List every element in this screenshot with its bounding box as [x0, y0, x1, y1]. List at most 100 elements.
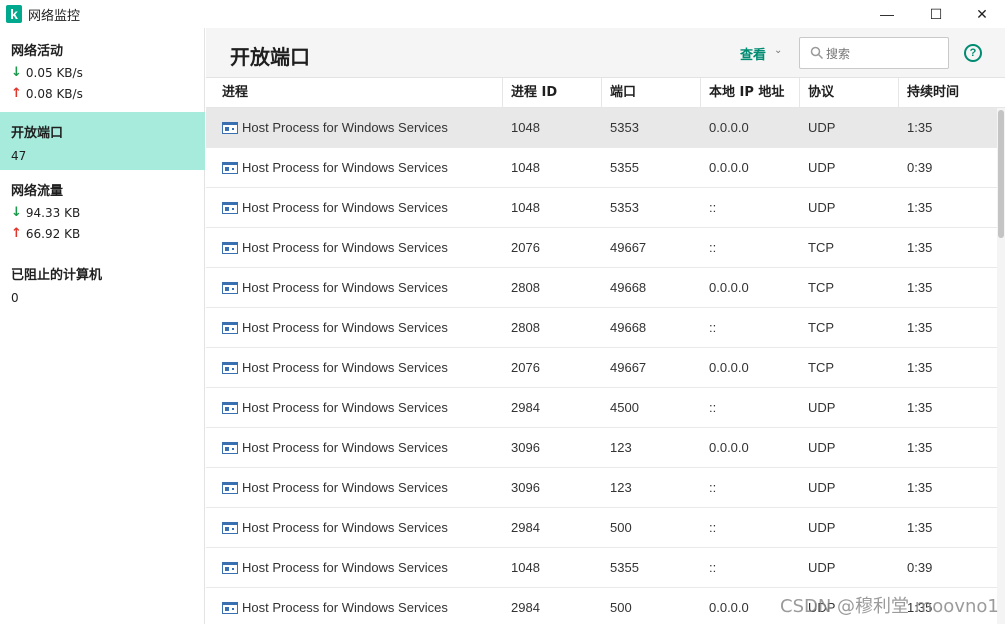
arrow-up-icon: ↑: [11, 226, 22, 241]
help-icon[interactable]: ?: [964, 44, 982, 62]
maximize-button[interactable]: ☐: [913, 0, 959, 28]
process-window-icon: [222, 162, 238, 174]
cell-duration: 1:35: [907, 440, 933, 455]
search-box[interactable]: [799, 37, 949, 69]
table-row[interactable]: Host Process for Windows Services 2076 496…: [206, 228, 997, 268]
cell-local-ip: ::: [709, 560, 717, 575]
cell-protocol: UDP: [808, 120, 836, 135]
search-input[interactable]: [826, 44, 944, 64]
cell-port: 49667: [610, 240, 647, 255]
download-rate-value: 0.05 KB/s: [25, 65, 83, 80]
blocked-computers-count: 0: [11, 291, 19, 305]
cell-duration: 0:39: [907, 560, 933, 575]
cell-port: 123: [610, 440, 632, 455]
cell-local-ip: ::: [709, 520, 717, 535]
cell-process: Host Process for Windows Services: [242, 280, 448, 295]
column-header-pid[interactable]: 进程 ID: [502, 78, 601, 108]
cell-port: 49668: [610, 320, 647, 335]
watermark: CSDN @穆利堂 moovno1: [780, 596, 999, 617]
cell-local-ip: 0.0.0.0: [709, 600, 749, 615]
cell-local-ip: 0.0.0.0: [709, 120, 749, 135]
cell-port: 123: [610, 480, 632, 495]
table-header: 进程 进程 ID 端口 本地 IP 地址 协议 持续时间: [206, 78, 1005, 108]
sidebar-item-network-traffic[interactable]: 网络流量 ↓ 94.33 KB ↑ 66.92 KB: [0, 176, 205, 252]
cell-process: Host Process for Windows Services: [242, 400, 448, 415]
cell-process: Host Process for Windows Services: [242, 480, 448, 495]
cell-pid: 1048: [511, 200, 540, 215]
table-row[interactable]: Host Process for Windows Services 2808 496…: [206, 268, 997, 308]
column-header-protocol[interactable]: 协议: [799, 78, 898, 108]
sidebar-item-open-ports[interactable]: 开放端口 47: [0, 112, 205, 170]
cell-port: 4500: [610, 400, 639, 415]
cell-process: Host Process for Windows Services: [242, 200, 448, 215]
process-window-icon: [222, 402, 238, 414]
sidebar-item-network-activity[interactable]: 网络活动 ↓ 0.05 KB/s ↑ 0.08 KB/s: [0, 36, 205, 112]
table-row[interactable]: Host Process for Windows Services 1048 535…: [206, 108, 997, 148]
cell-protocol: TCP: [808, 280, 834, 295]
cell-port: 500: [610, 520, 632, 535]
process-window-icon: [222, 602, 238, 614]
process-window-icon: [222, 562, 238, 574]
cell-protocol: UDP: [808, 440, 836, 455]
cell-pid: 1048: [511, 120, 540, 135]
column-header-duration[interactable]: 持续时间: [898, 78, 997, 108]
download-total: ↓ 94.33 KB: [11, 205, 205, 220]
upload-rate: ↑ 0.08 KB/s: [11, 86, 205, 101]
upload-total-value: 66.92 KB: [25, 226, 81, 241]
column-header-process[interactable]: 进程: [206, 78, 502, 108]
chevron-down-icon[interactable]: ⌄: [774, 45, 782, 56]
cell-port: 5355: [610, 560, 639, 575]
arrow-up-icon: ↑: [11, 86, 22, 101]
cell-local-ip: ::: [709, 320, 717, 335]
cell-protocol: UDP: [808, 200, 836, 215]
cell-process: Host Process for Windows Services: [242, 440, 448, 455]
cell-protocol: UDP: [808, 160, 836, 175]
sidebar-item-label: 已阻止的计算机: [11, 268, 103, 283]
process-window-icon: [222, 322, 238, 334]
table-row[interactable]: Host Process for Windows Services 1048 535…: [206, 148, 997, 188]
table-row[interactable]: Host Process for Windows Services 2808 496…: [206, 308, 997, 348]
table-row[interactable]: Host Process for Windows Services 1048 535…: [206, 188, 997, 228]
sidebar: 网络活动 ↓ 0.05 KB/s ↑ 0.08 KB/s 开放端口 47 网络流…: [0, 28, 205, 624]
table-row[interactable]: Host Process for Windows Services 3096 123…: [206, 428, 997, 468]
cell-duration: 1:35: [907, 400, 933, 415]
cell-duration: 1:35: [907, 360, 933, 375]
cell-port: 49668: [610, 280, 647, 295]
cell-process: Host Process for Windows Services: [242, 120, 448, 135]
table-row[interactable]: Host Process for Windows Services 3096 123…: [206, 468, 997, 508]
scrollbar-thumb[interactable]: [998, 110, 1004, 238]
process-window-icon: [222, 122, 238, 134]
cell-duration: 0:39: [907, 160, 933, 175]
upload-rate-value: 0.08 KB/s: [25, 86, 83, 101]
column-header-port[interactable]: 端口: [601, 78, 700, 108]
cell-protocol: TCP: [808, 320, 834, 335]
cell-process: Host Process for Windows Services: [242, 520, 448, 535]
close-button[interactable]: ✕: [959, 0, 1005, 28]
table-row[interactable]: Host Process for Windows Services 1048 535…: [206, 548, 997, 588]
cell-port: 5353: [610, 200, 639, 215]
upload-total: ↑ 66.92 KB: [11, 226, 205, 241]
cell-process: Host Process for Windows Services: [242, 360, 448, 375]
window-title: 网络监控: [28, 8, 81, 24]
cell-pid: 2808: [511, 280, 540, 295]
cell-duration: 1:35: [907, 120, 933, 135]
cell-pid: 2984: [511, 400, 540, 415]
view-dropdown-button[interactable]: 查看: [740, 44, 766, 63]
process-window-icon: [222, 522, 238, 534]
cell-process: Host Process for Windows Services: [242, 600, 448, 615]
search-icon: [810, 46, 824, 60]
app-logo-icon: k: [6, 5, 22, 23]
cell-pid: 3096: [511, 480, 540, 495]
minimize-button[interactable]: —: [864, 0, 910, 28]
table-row[interactable]: Host Process for Windows Services 2076 496…: [206, 348, 997, 388]
process-window-icon: [222, 442, 238, 454]
vertical-scrollbar[interactable]: [997, 108, 1005, 624]
cell-port: 5355: [610, 160, 639, 175]
sidebar-item-blocked-computers[interactable]: 已阻止的计算机 0: [0, 258, 205, 312]
table-row[interactable]: Host Process for Windows Services 2984 450…: [206, 388, 997, 428]
sidebar-item-label: 网络活动: [11, 44, 64, 59]
cell-pid: 2076: [511, 240, 540, 255]
sidebar-item-label: 开放端口: [11, 126, 64, 141]
table-row[interactable]: Host Process for Windows Services 2984 500…: [206, 508, 997, 548]
column-header-local-ip[interactable]: 本地 IP 地址: [700, 78, 799, 108]
